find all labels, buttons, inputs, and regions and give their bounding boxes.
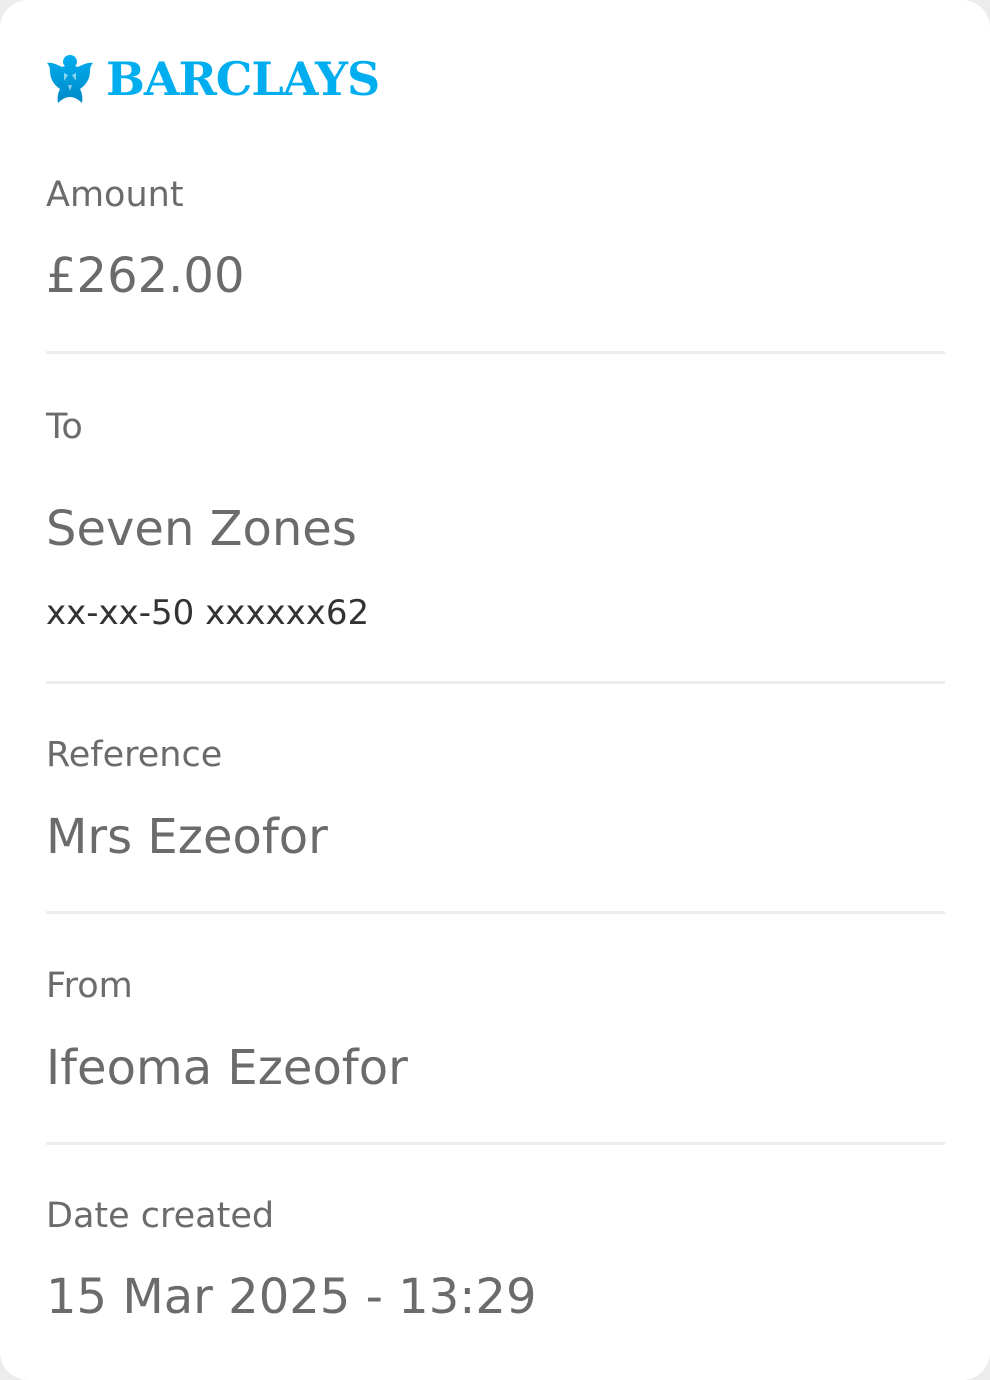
eagle-icon bbox=[44, 51, 96, 107]
divider bbox=[46, 681, 945, 684]
to-label: To bbox=[46, 407, 83, 447]
barclays-logo: BARCLAYS bbox=[44, 50, 380, 108]
date-created-value: 15 Mar 2025 - 13:29 bbox=[46, 1269, 537, 1325]
divider bbox=[46, 1142, 945, 1145]
divider bbox=[46, 351, 945, 354]
amount-label: Amount bbox=[46, 175, 184, 215]
divider bbox=[46, 911, 945, 914]
reference-value: Mrs Ezeofor bbox=[46, 809, 328, 865]
payment-details-card: BARCLAYS Amount £262.00 To Seven Zones x… bbox=[0, 0, 990, 1380]
reference-label: Reference bbox=[46, 735, 223, 775]
from-label: From bbox=[46, 966, 133, 1006]
amount-value: £262.00 bbox=[46, 248, 245, 304]
brand-name: BARCLAYS bbox=[106, 52, 380, 106]
payee-name: Seven Zones bbox=[46, 501, 357, 557]
from-value: Ifeoma Ezeofor bbox=[46, 1040, 408, 1096]
payee-account: xx-xx-50 xxxxxx62 bbox=[46, 593, 370, 633]
date-created-label: Date created bbox=[46, 1196, 275, 1236]
